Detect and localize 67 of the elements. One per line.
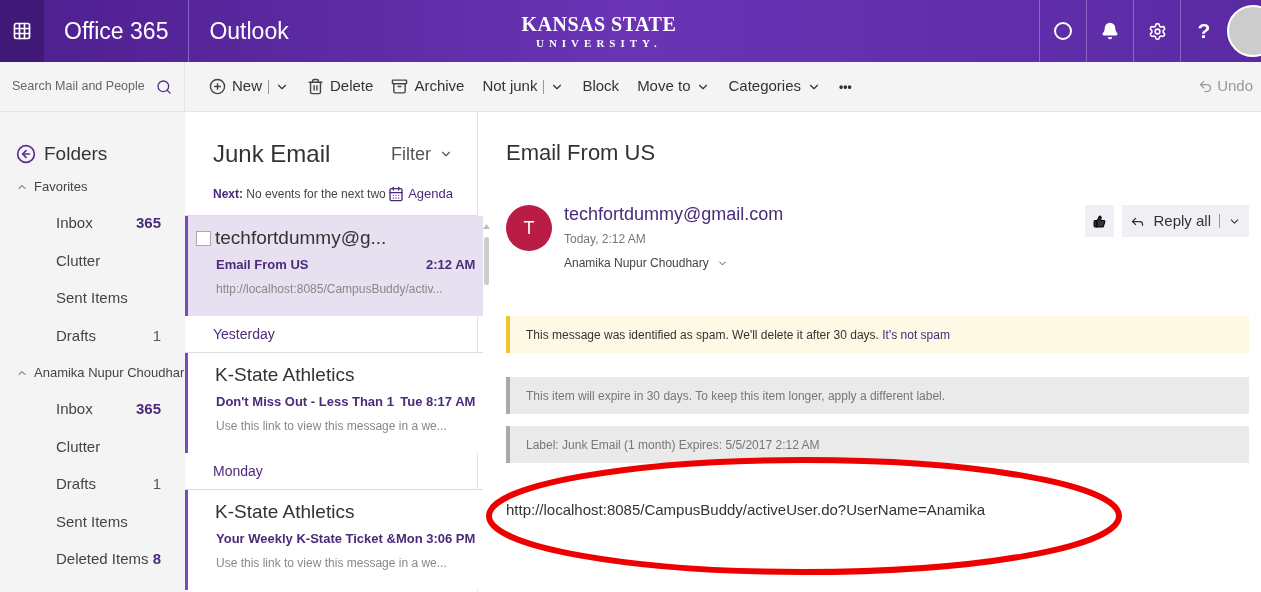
item-count: 1 [152, 325, 161, 346]
info-notice: Label: Junk Email (1 month) Expires: 5/5/2017 2:12 AM [506, 426, 1249, 463]
folder-item[interactable]: Inbox 365 [0, 390, 185, 428]
folder-item[interactable]: Deleted Items 8 [0, 540, 185, 578]
item-count: 365 [135, 399, 161, 419]
back-icon[interactable] [16, 144, 36, 165]
message-time: Tue 8:17 AM [400, 392, 476, 411]
folder-item[interactable]: Sent Items [0, 279, 185, 317]
info-notice: This item will expire in 30 days. To keep this item longer, apply a different label. [506, 377, 1249, 414]
email-subject: Email From US [506, 139, 657, 167]
item-count: 1 [152, 474, 161, 494]
like-icon [1093, 214, 1107, 228]
not-spam-link[interactable]: It's not spam [882, 325, 950, 344]
folder-item[interactable]: Inbox 365 [0, 204, 185, 242]
email-body: http://localhost:8085/CampusBuddy/activeUser.do?UserName=Anamika [506, 500, 986, 520]
sender-avatar: T [506, 205, 552, 251]
folder-heading: Junk Email [213, 139, 331, 169]
filter-button[interactable]: Filter [391, 140, 453, 168]
toolbar-button[interactable]: New [201, 70, 297, 103]
recipient[interactable]: Anamika Nupur Choudhary [564, 254, 709, 272]
toolbar-button[interactable]: Delete [299, 70, 382, 103]
add-icon [209, 78, 226, 95]
checkbox[interactable] [196, 230, 211, 246]
sender: techfortdummy@g... [215, 226, 387, 250]
notice-text: This message was identified as spam. We'll delete it after 30 days. [526, 326, 879, 344]
toolbar-button[interactable]: Categories [720, 70, 830, 103]
trash-icon [307, 78, 324, 95]
app-launcher-icon[interactable] [0, 0, 44, 62]
folder-item[interactable]: Clutter [0, 428, 185, 466]
folder-item[interactable]: Drafts 1 [0, 465, 185, 503]
folder-item[interactable]: Clutter [0, 242, 185, 280]
message-subject: Email From US [216, 255, 309, 274]
message-time: 2:12 AM [426, 255, 476, 274]
folder-group[interactable]: Favorites [0, 168, 185, 205]
sender-address[interactable]: techfortdummy@gmail.com [564, 201, 1086, 228]
folder-item[interactable]: Drafts 1 [0, 317, 185, 355]
university-logo: KANSAS STATE UNIVERSITY. [521, 13, 677, 49]
search-field[interactable]: Search Mail and People [12, 77, 152, 96]
message-preview: Use this link to view this message in a we... [216, 418, 448, 435]
folder-group[interactable]: Anamika Nupur Choudhar [0, 354, 185, 391]
like-button[interactable] [1085, 205, 1115, 237]
toolbar-button[interactable]: Archive [383, 70, 473, 103]
message-time: Mon 3:06 PM [395, 529, 476, 548]
reply-all-button[interactable]: Reply all [1122, 205, 1249, 237]
more-button[interactable]: ••• [831, 77, 860, 96]
message-preview: http://localhost:8085/CampusBuddy/activ... [216, 281, 444, 298]
toolbar-button[interactable]: Not junk [474, 70, 573, 103]
item-count: 365 [135, 213, 161, 233]
agenda-button[interactable]: Agenda [388, 183, 453, 204]
folders-title[interactable]: Folders [44, 140, 108, 169]
sender: K-State Athletics [215, 363, 355, 387]
message-item[interactable]: techfortdummy@g... Email From US 2:12 AM http://localhost:8085/CampusBuddy/activ... [185, 216, 484, 316]
calendar-icon [388, 185, 405, 202]
sender: K-State Athletics [215, 500, 355, 524]
next-events: Next: No events for the next two [213, 185, 386, 203]
toolbar-button[interactable]: Move to [629, 70, 719, 103]
undo-icon [1198, 79, 1214, 94]
toolbar-button[interactable]: Block [574, 70, 628, 103]
sent-date: Today, 2:12 AM [564, 231, 647, 248]
archive-icon [391, 78, 409, 95]
search-icon [156, 78, 172, 95]
message-subject: Your Weekly K-State Ticket & [216, 529, 396, 548]
item-count: 8 [152, 549, 161, 569]
folder-item[interactable]: Sent Items [0, 503, 185, 541]
app-title[interactable]: Outlook [189, 13, 309, 49]
message-preview: Use this link to view this message in a we... [216, 555, 448, 572]
message-subject: Don't Miss Out - Less Than 1 [216, 392, 394, 411]
